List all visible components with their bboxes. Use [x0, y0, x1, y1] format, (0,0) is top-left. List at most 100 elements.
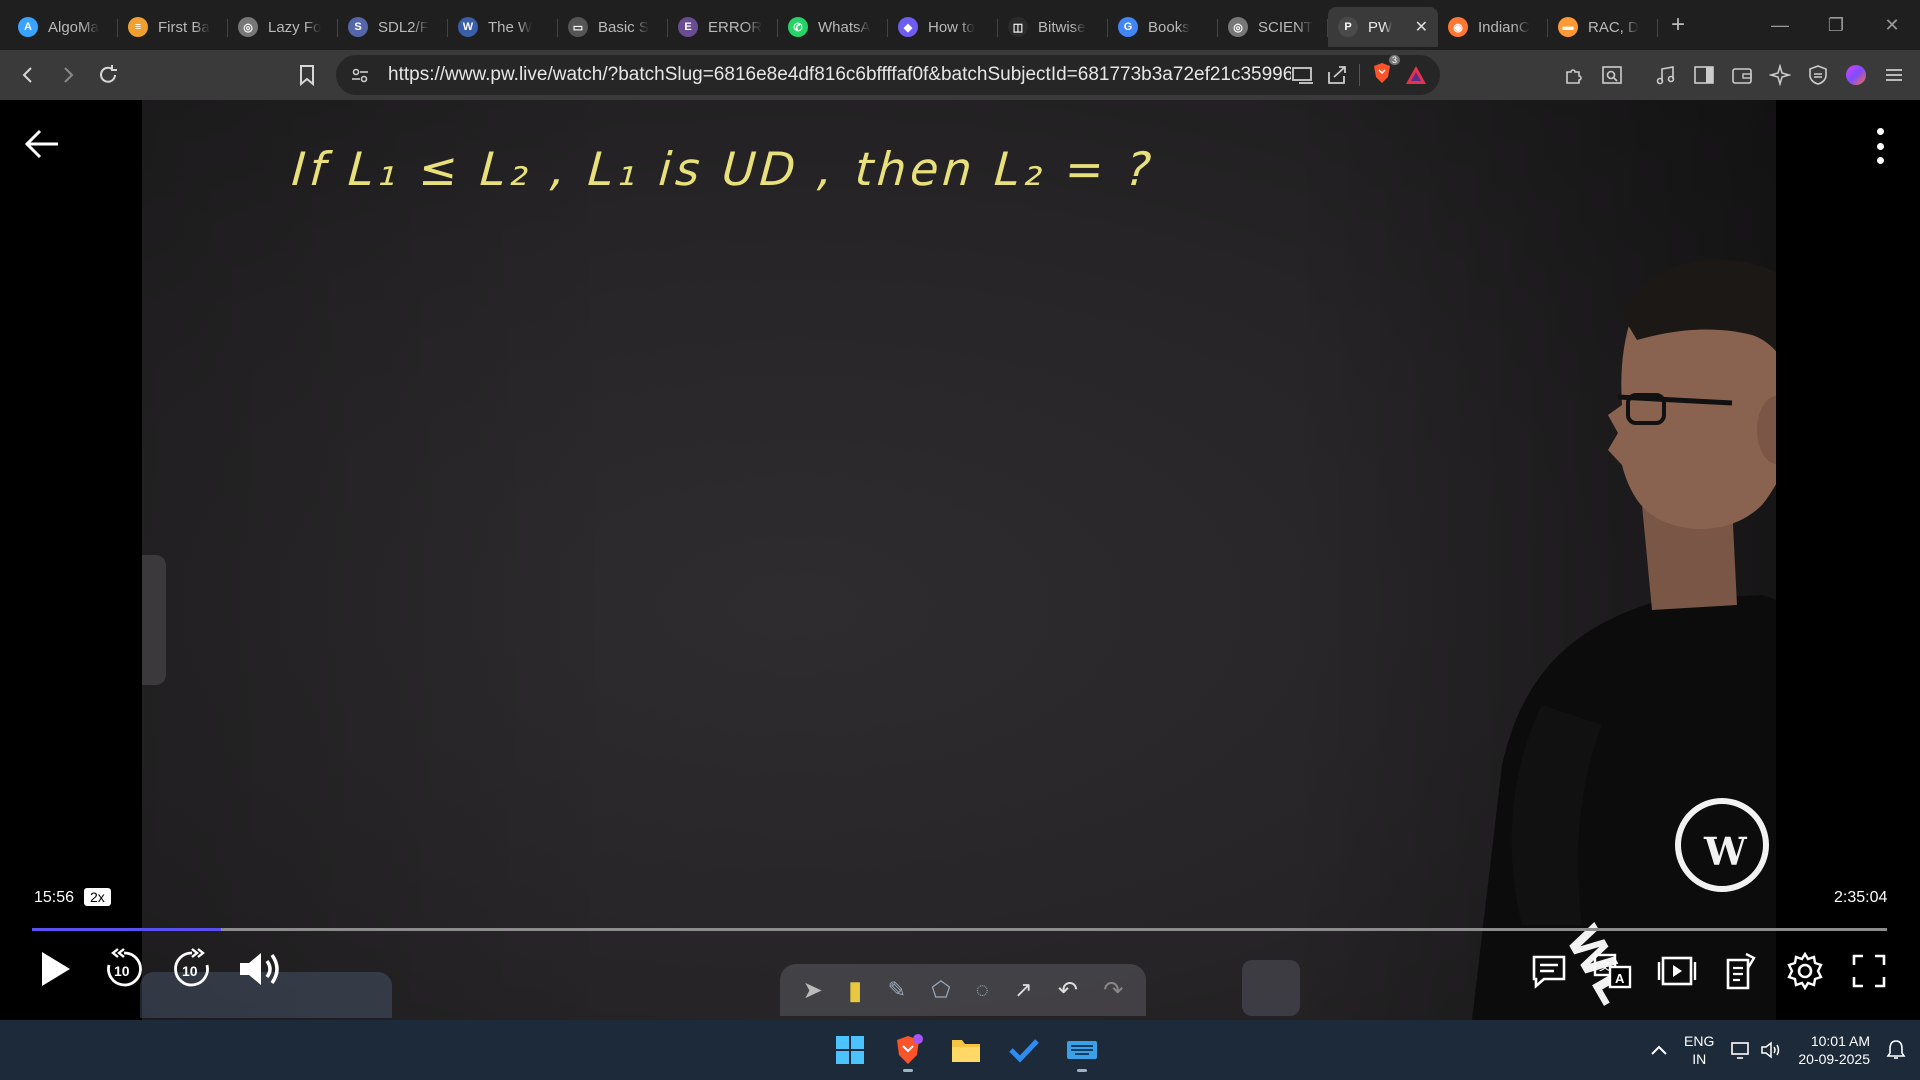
status-icons[interactable]: [1730, 1040, 1782, 1060]
chevron-up-icon[interactable]: [1650, 1043, 1668, 1057]
brave-rewards-icon[interactable]: [1404, 64, 1428, 86]
vpn-button[interactable]: [1802, 59, 1834, 91]
tab-favicon-icon: P: [1338, 17, 1358, 37]
taskbar-keyboard-app[interactable]: [1058, 1026, 1106, 1074]
volume-icon: [240, 953, 279, 985]
taskbar-file-explorer[interactable]: [942, 1026, 990, 1074]
cast-icon[interactable]: [1291, 65, 1315, 85]
wallet-icon: [1732, 68, 1752, 84]
profile-button[interactable]: [1840, 59, 1872, 91]
rewind-10-button[interactable]: 10: [100, 945, 148, 993]
volume-button[interactable]: [236, 945, 284, 993]
brave-shields-button[interactable]: 3: [1370, 54, 1400, 90]
minimize-icon[interactable]: —: [1752, 0, 1808, 50]
play-button[interactable]: [32, 945, 80, 993]
bookmark-button[interactable]: [287, 55, 327, 95]
hamburger-menu-icon: [1886, 69, 1902, 81]
sidebar-button[interactable]: [1688, 59, 1720, 91]
tab[interactable]: ◆ How to: [888, 7, 998, 47]
player-settings-controls: A文: [1528, 950, 1890, 992]
bookmark-icon: [300, 65, 314, 86]
notification-bell-icon[interactable]: [1886, 1039, 1906, 1061]
playback-controls: 10 10: [32, 945, 284, 993]
settings-button[interactable]: [1784, 950, 1826, 992]
notes-button[interactable]: [1720, 950, 1762, 992]
pointer-tool-icon: ➤: [802, 976, 823, 1004]
tab[interactable]: S SDL2/F: [338, 7, 448, 47]
language-indicator[interactable]: ENG IN: [1684, 1032, 1714, 1068]
video-frame[interactable]: If L₁ ≤ L₂ , L₁ is UD , then L₂ = ? W WL…: [142, 100, 1776, 1020]
playlist-button[interactable]: [1656, 950, 1698, 992]
tab[interactable]: ✆ WhatsA: [778, 7, 888, 47]
left-panel-handle[interactable]: [142, 555, 166, 685]
forward-10-button[interactable]: 10: [168, 945, 216, 993]
reload-icon: [100, 65, 117, 83]
page-search-button[interactable]: [1596, 59, 1628, 91]
tab[interactable]: ≡ First Ba: [118, 7, 228, 47]
tab[interactable]: ◎ Lazy Fo: [228, 7, 338, 47]
browser-tab-strip: A AlgoMa ≡ First Ba ◎ Lazy Fo S SDL2/F W The W ▭ Ba…: [0, 0, 1920, 50]
region-code: IN: [1692, 1051, 1707, 1067]
clock[interactable]: 10:01 AM 20-09-2025: [1798, 1032, 1870, 1068]
svg-text:文: 文: [1599, 958, 1611, 973]
taskbar-brave[interactable]: [884, 1026, 932, 1074]
start-button[interactable]: [826, 1026, 874, 1074]
leo-ai-button[interactable]: [1764, 59, 1796, 91]
tab[interactable]: G Books: [1108, 7, 1218, 47]
toolbar-divider: [1634, 59, 1644, 91]
tab[interactable]: A AlgoMa: [8, 7, 118, 47]
chat-button[interactable]: [1528, 950, 1570, 992]
menu-button[interactable]: [1878, 59, 1910, 91]
tab-favicon-icon: ◎: [238, 17, 258, 37]
tab[interactable]: W The W: [448, 7, 558, 47]
more-options-icon[interactable]: [1862, 126, 1898, 166]
sparkle-icon: [1769, 64, 1791, 86]
tab[interactable]: ▬ RAC, D: [1548, 7, 1658, 47]
extensions-button[interactable]: [1558, 59, 1590, 91]
seek-bar[interactable]: [32, 928, 1887, 931]
tab[interactable]: ▭ Basic S: [558, 7, 668, 47]
wallet-button[interactable]: [1726, 59, 1758, 91]
tab[interactable]: ◎ SCIENT: [1218, 7, 1328, 47]
tab-label: ERROR: [708, 18, 763, 36]
windows-logo-icon: [836, 1036, 864, 1064]
tab[interactable]: ◉ IndianC: [1438, 7, 1548, 47]
tab[interactable]: E ERROR: [668, 7, 778, 47]
tab-label: First Ba: [158, 18, 210, 36]
redo-icon: ↷: [1103, 976, 1124, 1004]
translate-button[interactable]: A文: [1592, 950, 1634, 992]
tab-favicon-icon: ◫: [1008, 17, 1028, 37]
playback-speed-badge[interactable]: 2x: [84, 888, 111, 906]
taskbar-todo[interactable]: [1000, 1026, 1048, 1074]
tab-label: The W: [488, 18, 533, 36]
tab-label: SCIENT: [1258, 18, 1314, 36]
reload-button[interactable]: [88, 55, 128, 95]
close-window-icon[interactable]: ✕: [1864, 0, 1920, 50]
new-tab-button[interactable]: +: [1658, 5, 1698, 45]
back-arrow-icon[interactable]: [22, 124, 62, 164]
restore-icon[interactable]: ❐: [1808, 0, 1864, 50]
tab-favicon-icon: S: [348, 17, 368, 37]
tab-favicon-icon: W: [458, 17, 478, 37]
media-button[interactable]: [1650, 59, 1682, 91]
tab-favicon-icon: ◆: [898, 17, 918, 37]
tab-favicon-icon: ✆: [788, 17, 808, 37]
video-player[interactable]: If L₁ ≤ L₂ , L₁ is UD , then L₂ = ? W WL…: [0, 100, 1920, 1020]
taskbar-apps: [826, 1026, 1106, 1074]
tab-active[interactable]: P PW ✕: [1328, 7, 1438, 47]
windows-taskbar: ENG IN 10:01 AM 20-09-2025: [0, 1020, 1920, 1080]
clock-date: 20-09-2025: [1798, 1051, 1870, 1067]
fullscreen-button[interactable]: [1848, 950, 1890, 992]
tab-favicon-icon: E: [678, 17, 698, 37]
address-bar[interactable]: https://www.pw.live/watch/?batchSlug=681…: [336, 54, 1440, 95]
share-icon[interactable]: [1325, 64, 1349, 86]
tab-close-icon[interactable]: ✕: [1415, 17, 1428, 37]
rewind-10-icon: 10: [107, 948, 142, 987]
back-button[interactable]: [8, 55, 48, 95]
url-text: https://www.pw.live/watch/?batchSlug=681…: [388, 64, 1291, 85]
music-note-icon: [1656, 66, 1675, 85]
forward-button[interactable]: [48, 55, 88, 95]
tab[interactable]: ◫ Bitwise: [998, 7, 1108, 47]
site-settings-icon[interactable]: [350, 65, 370, 85]
tab-favicon-icon: ≡: [128, 17, 148, 37]
